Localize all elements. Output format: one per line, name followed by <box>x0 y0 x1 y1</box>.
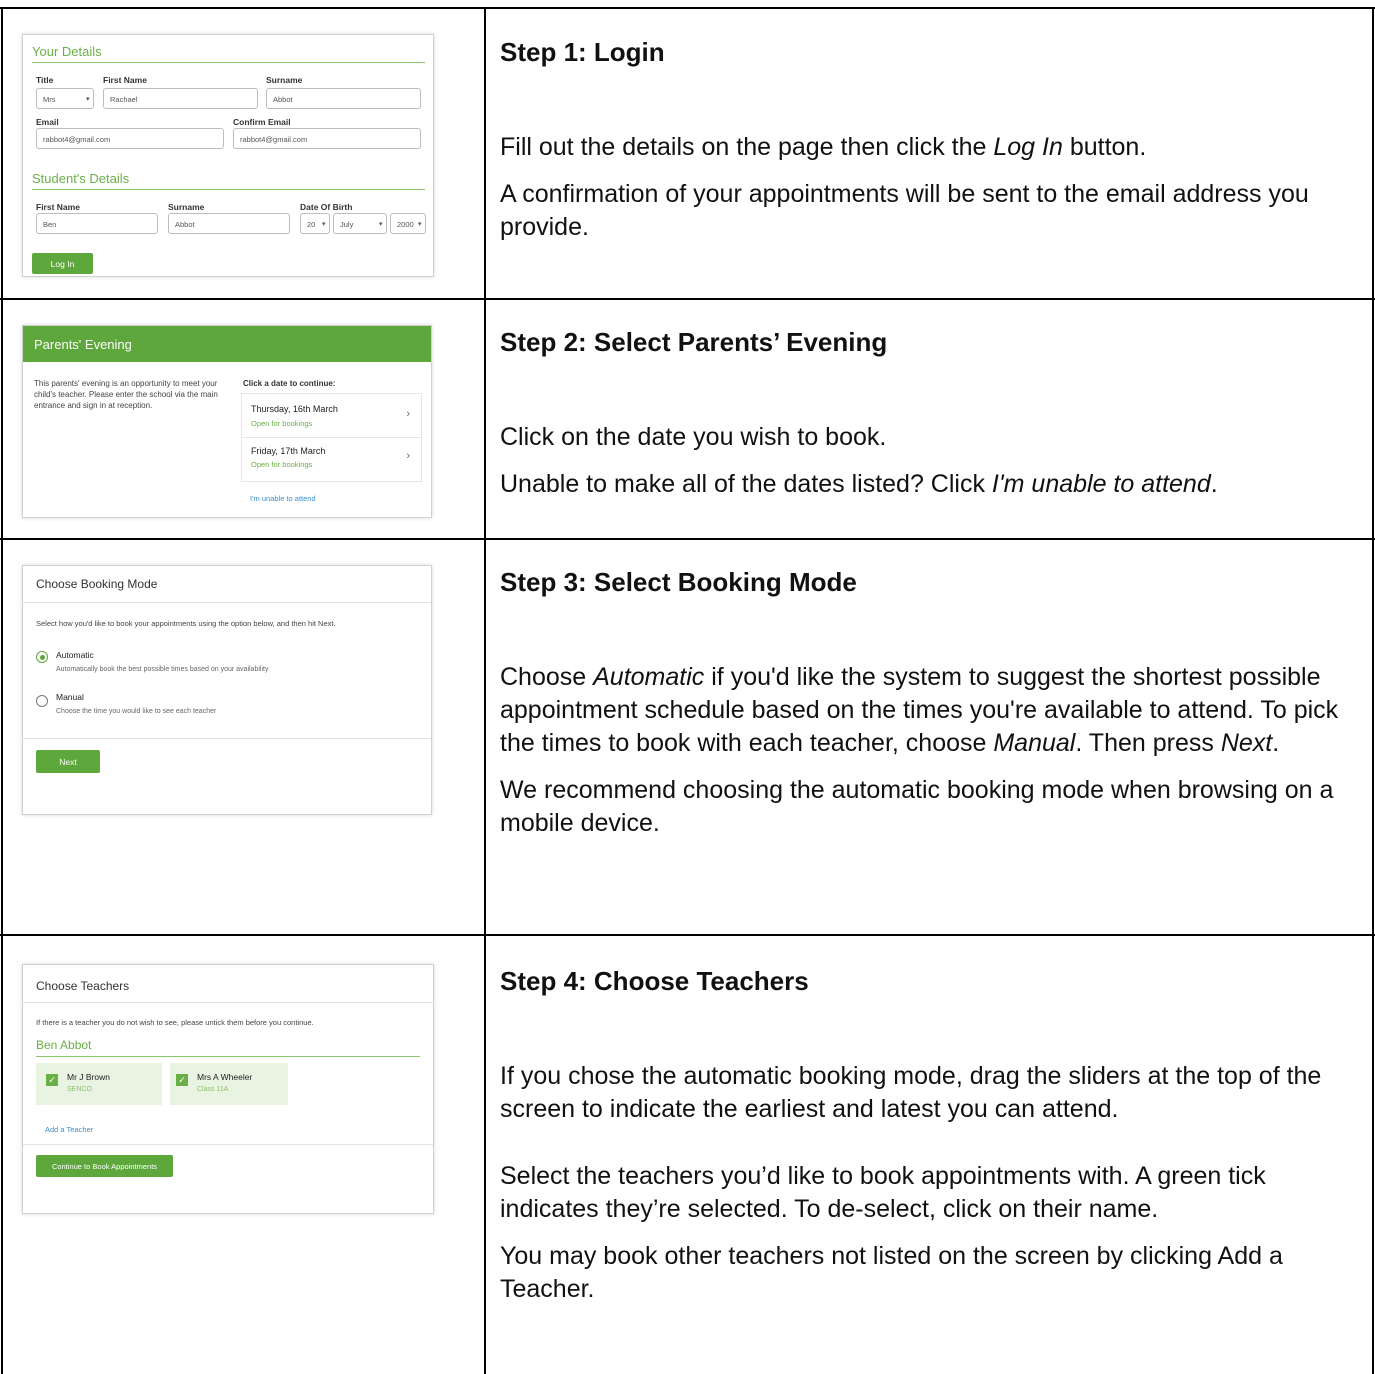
click-date-prompt: Click a date to continue: <box>243 379 336 388</box>
section-divider <box>32 189 425 190</box>
date-option[interactable]: Friday, 17th March Open for bookings › <box>241 438 422 482</box>
teacher-name: Mrs A Wheeler <box>197 1072 253 1082</box>
mode-header: Choose Booking Mode <box>36 577 158 591</box>
emphasis-text: Log In <box>993 133 1063 161</box>
unable-to-attend-link[interactable]: I'm unable to attend <box>250 494 316 503</box>
emphasis-text: I'm unable to attend <box>991 470 1211 498</box>
table-border-left <box>1 7 3 1374</box>
row-divider-3 <box>0 934 1375 936</box>
row-divider-2 <box>0 538 1375 540</box>
step-title: Step 1: Login <box>500 37 665 67</box>
add-teacher-link[interactable]: Add a Teacher <box>45 1125 93 1134</box>
date-status: Open for bookings <box>251 460 313 469</box>
first-name-input[interactable]: Rachael <box>103 88 258 109</box>
step-paragraph: We recommend choosing the automatic book… <box>500 776 1334 837</box>
step-title: Step 4: Choose Teachers <box>500 966 809 996</box>
chevron-right-icon: › <box>406 450 410 462</box>
teacher-role: Class 11A <box>197 1086 229 1093</box>
evening-header-title: Parents' Evening <box>34 337 132 352</box>
booking-mode-screenshot: Choose Booking Mode Select how you'd lik… <box>22 565 432 815</box>
section-divider <box>36 1056 420 1057</box>
student-surname-label: Surname <box>168 202 205 212</box>
manual-description: Choose the time you would like to see ea… <box>56 708 217 715</box>
table-border-right <box>1372 7 1374 1374</box>
chevron-down-icon: ▾ <box>86 96 90 103</box>
teacher-role: SENCO <box>67 1086 92 1093</box>
manual-label: Manual <box>56 692 84 702</box>
step-4-text: Step 4: Choose Teachers If you chose the… <box>500 966 1360 1306</box>
student-first-name-input[interactable]: Ben <box>36 213 158 234</box>
step-title: Step 3: Select Booking Mode <box>500 567 857 597</box>
manual-radio[interactable] <box>36 695 48 707</box>
step-title: Step 2: Select Parents’ Evening <box>500 327 888 357</box>
teacher-card[interactable]: ✓ Mr J Brown SENCO <box>36 1063 162 1105</box>
teachers-header: Choose Teachers <box>36 979 130 993</box>
table-border-middle <box>484 7 486 1374</box>
dob-label: Date Of Birth <box>300 202 353 212</box>
student-name-heading: Ben Abbot <box>36 1038 92 1052</box>
step-2-text: Step 2: Select Parents’ Evening Click on… <box>500 327 1360 501</box>
radio-selected-dot <box>39 654 45 660</box>
chevron-down-icon: ▾ <box>379 221 383 228</box>
your-details-heading: Your Details <box>32 44 102 59</box>
chevron-down-icon: ▾ <box>322 221 326 228</box>
step-paragraph: Unable to make all of the dates listed? … <box>500 470 1218 498</box>
step-paragraph: Fill out the details on the page then cl… <box>500 133 1147 161</box>
footer-divider <box>23 738 431 739</box>
surname-input[interactable]: Abbot <box>266 88 421 109</box>
students-details-heading: Student's Details <box>32 171 130 186</box>
date-label: Thursday, 16th March <box>251 404 338 414</box>
emphasis-text: Manual <box>993 729 1076 757</box>
header-divider <box>23 1002 433 1003</box>
automatic-description: Automatically book the best possible tim… <box>56 666 269 673</box>
confirm-email-input[interactable]: rabbot4@gmail.com <box>233 128 421 149</box>
checkbox-checked-icon: ✓ <box>46 1074 58 1086</box>
step-paragraph: Select the teachers you’d like to book a… <box>500 1162 1266 1223</box>
next-button[interactable]: Next <box>36 750 100 773</box>
email-label: Email <box>36 117 59 127</box>
automatic-label: Automatic <box>56 650 94 660</box>
login-button[interactable]: Log In <box>32 253 93 274</box>
teacher-name: Mr J Brown <box>67 1072 110 1082</box>
teachers-instruction: If there is a teacher you do not wish to… <box>36 1018 314 1027</box>
step-paragraph: If you chose the automatic booking mode,… <box>500 1062 1322 1123</box>
step-3-text: Step 3: Select Booking Mode Choose Autom… <box>500 567 1360 840</box>
automatic-radio[interactable] <box>36 651 48 663</box>
step-paragraph: Choose Automatic if you'd like the syste… <box>500 663 1339 757</box>
evening-description: This parents' evening is an opportunity … <box>34 379 218 410</box>
student-surname-input[interactable]: Abbot <box>168 213 290 234</box>
student-first-name-label: First Name <box>36 202 80 212</box>
login-form-screenshot: Your Details Title Mrs ▾ First Name Rach… <box>22 34 434 277</box>
emphasis-text: Automatic <box>593 663 705 691</box>
date-option[interactable]: Thursday, 16th March Open for bookings › <box>241 393 422 438</box>
email-input[interactable]: rabbot4@gmail.com <box>36 128 224 149</box>
parents-evening-screenshot: Parents' Evening This parents' evening i… <box>22 325 432 518</box>
continue-to-book-button[interactable]: Continue to Book Appointments <box>36 1155 173 1177</box>
header-divider <box>23 602 431 603</box>
evening-header-bar: Parents' Evening <box>23 326 431 362</box>
confirm-email-label: Confirm Email <box>233 117 291 127</box>
title-label: Title <box>36 75 54 85</box>
date-status: Open for bookings <box>251 419 313 428</box>
choose-teachers-screenshot: Choose Teachers If there is a teacher yo… <box>22 964 434 1214</box>
chevron-right-icon: › <box>406 408 410 420</box>
step-paragraph: Click on the date you wish to book. <box>500 423 887 451</box>
mode-instruction: Select how you'd like to book your appoi… <box>36 619 336 628</box>
emphasis-text: Next <box>1220 729 1273 757</box>
checkbox-checked-icon: ✓ <box>176 1074 188 1086</box>
section-divider <box>32 62 425 63</box>
table-border-top <box>0 7 1375 9</box>
date-label: Friday, 17th March <box>251 446 326 456</box>
surname-label: Surname <box>266 75 303 85</box>
teacher-card[interactable]: ✓ Mrs A Wheeler Class 11A <box>170 1063 288 1105</box>
chevron-down-icon: ▾ <box>418 221 422 228</box>
step-paragraph: A confirmation of your appointments will… <box>500 180 1309 241</box>
step-1-text: Step 1: Login Fill out the details on th… <box>500 37 1360 244</box>
step-paragraph: You may book other teachers not listed o… <box>500 1242 1283 1303</box>
first-name-label: First Name <box>103 75 147 85</box>
row-divider-1 <box>0 298 1375 300</box>
footer-divider <box>23 1144 433 1145</box>
